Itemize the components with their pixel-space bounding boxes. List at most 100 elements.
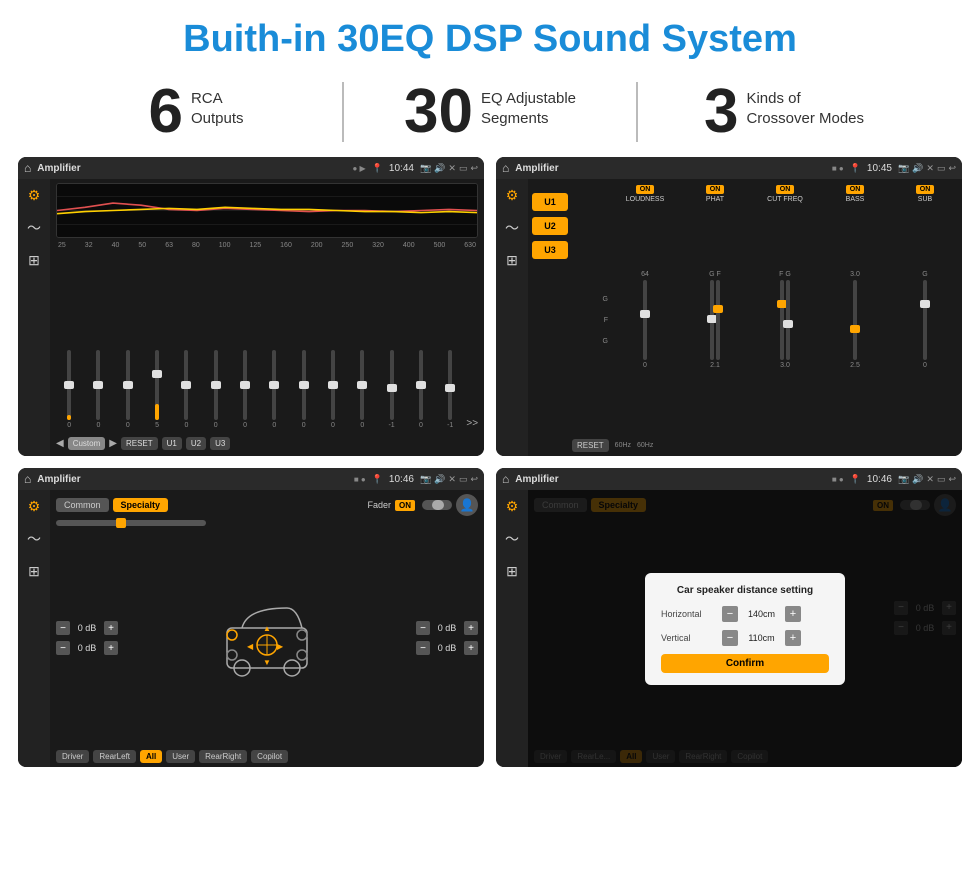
stat-divider-2 (636, 82, 638, 142)
stat-crossover: 3 Kinds of Crossover Modes (648, 81, 920, 143)
fader-minus-1[interactable]: − (56, 621, 70, 635)
distance-sidebar-icon-1[interactable]: ⚙ (506, 498, 519, 515)
eq-slider-11: -1 (378, 350, 404, 429)
fader-sidebar-icon-2[interactable]: 〜 (27, 529, 41, 549)
eq-status-dots: ● ▶ (352, 164, 365, 173)
crossover-home-icon[interactable]: ⌂ (502, 161, 509, 175)
fader-bottom-row: Driver RearLeft All User RearRight Copil… (56, 750, 478, 763)
fader-btn-driver[interactable]: Driver (56, 750, 89, 763)
fader-minus-3[interactable]: − (416, 621, 430, 635)
fader-db-value-4: 0 dB (433, 643, 461, 653)
eq-reset-btn[interactable]: RESET (121, 437, 158, 450)
crossover-reset-btn[interactable]: RESET (572, 439, 609, 452)
fader-plus-4[interactable]: + (464, 641, 478, 655)
fader-minus-2[interactable]: − (56, 641, 70, 655)
fader-main-area: Common Specialty Fader ON 👤 (50, 490, 484, 767)
eq-custom-btn[interactable]: Custom (68, 437, 106, 450)
crossover-sliders-area: G F G 64 0 (572, 208, 958, 432)
eq-sidebar-icon-1[interactable]: ⚙ (28, 187, 41, 204)
toggle-loudness[interactable]: ON (636, 185, 655, 194)
fader-sidebar-icon-3[interactable]: ⊞ (28, 563, 40, 580)
fader-avatar[interactable]: 👤 (456, 494, 478, 516)
dialog-vertical-minus[interactable]: − (722, 630, 738, 646)
dialog-horizontal-plus[interactable]: + (785, 606, 801, 622)
eq-status-icons: 📷 🔊 ✕ ▭ ↩ (420, 163, 478, 174)
crossover-status-bar: ⌂ Amplifier ■ ● 📍 10:45 📷 🔊 ✕ ▭ ↩ (496, 157, 962, 179)
distance-status-icons: 📷 🔊 ✕ ▭ ↩ (898, 474, 956, 485)
crossover-back-icon[interactable]: ↩ (948, 163, 956, 174)
home-icon[interactable]: ⌂ (24, 161, 31, 175)
crossover-preset-u1[interactable]: U1 (532, 193, 568, 211)
page-title: Buith-in 30EQ DSP Sound System (0, 0, 980, 71)
fader-app-name: Amplifier (37, 474, 348, 485)
fader-main-content: − 0 dB + − 0 dB + (56, 530, 478, 746)
eq-sidebar-icon-2[interactable]: 〜 (27, 218, 41, 238)
toggle-cutfreq[interactable]: ON (776, 185, 795, 194)
toggle-phat[interactable]: ON (706, 185, 725, 194)
fader-db-value-3: 0 dB (433, 623, 461, 633)
crossover-app-name: Amplifier (515, 163, 826, 174)
fader-on-toggle[interactable]: ON (395, 500, 415, 511)
fader-back-icon[interactable]: ↩ (470, 474, 478, 485)
fader-home-icon[interactable]: ⌂ (24, 472, 31, 486)
eq-scroll-right[interactable]: >> (466, 418, 478, 429)
distance-sidebar-icon-3[interactable]: ⊞ (506, 563, 518, 580)
fader-h-slider[interactable] (56, 520, 206, 526)
fader-btn-rearleft[interactable]: RearLeft (93, 750, 136, 763)
svg-text:▶: ▶ (277, 642, 284, 651)
distance-dialog-overlay: Car speaker distance setting Horizontal … (528, 490, 962, 767)
crossover-presets: U1 U2 U3 (532, 183, 568, 452)
crossover-sidebar-icon-1[interactable]: ⚙ (506, 187, 519, 204)
fader-btn-user[interactable]: User (166, 750, 195, 763)
fader-btn-copilot[interactable]: Copilot (251, 750, 288, 763)
screen-eq: ⌂ Amplifier ● ▶ 📍 10:44 📷 🔊 ✕ ▭ ↩ ⚙ 〜 ⊞ (18, 157, 484, 456)
crossover-wifi-icon: ✕ (926, 163, 934, 174)
eq-slider-3: 5 (144, 350, 170, 429)
eq-u1-btn[interactable]: U1 (162, 437, 182, 450)
screen-fader: ⌂ Amplifier ■ ● 📍 10:46 📷 🔊 ✕ ▭ ↩ ⚙ 〜 ⊞ … (18, 468, 484, 767)
fader-status-icons: 📷 🔊 ✕ ▭ ↩ (420, 474, 478, 485)
crossover-sidebar-icon-2[interactable]: 〜 (505, 218, 519, 238)
fader-plus-2[interactable]: + (104, 641, 118, 655)
fader-btn-all[interactable]: All (140, 750, 162, 763)
toggle-sub[interactable]: ON (916, 185, 935, 194)
dialog-confirm-button[interactable]: Confirm (661, 654, 829, 673)
dialog-vertical-value: 110cm (744, 633, 779, 643)
crossover-preset-u2[interactable]: U2 (532, 217, 568, 235)
crossover-volume-icon: 🔊 (912, 163, 923, 174)
battery-icon: ▭ (459, 163, 468, 174)
distance-back-icon[interactable]: ↩ (948, 474, 956, 485)
eq-sidebar-icon-3[interactable]: ⊞ (28, 252, 40, 269)
dialog-vertical-plus[interactable]: + (785, 630, 801, 646)
eq-slider-9: 0 (320, 350, 346, 429)
crossover-preset-u3[interactable]: U3 (532, 241, 568, 259)
fader-minus-4[interactable]: − (416, 641, 430, 655)
fader-tab-specialty[interactable]: Specialty (113, 498, 169, 512)
dialog-title: Car speaker distance setting (661, 585, 829, 596)
eq-prev[interactable]: ◀ (56, 438, 64, 449)
crossover-sidebar-icon-3[interactable]: ⊞ (506, 252, 518, 269)
eq-freq-labels: 25 32 40 50 63 80 100 125 160 200 250 32… (56, 242, 478, 249)
eq-slider-1: 0 (85, 350, 111, 429)
distance-camera-icon: 📷 (898, 474, 909, 485)
fader-db-row-1: − 0 dB + (56, 621, 118, 635)
fader-tab-common[interactable]: Common (56, 498, 109, 512)
back-icon[interactable]: ↩ (470, 163, 478, 174)
fader-sidebar-icon-1[interactable]: ⚙ (28, 498, 41, 515)
eq-app-name: Amplifier (37, 163, 346, 174)
distance-sidebar-icon-2[interactable]: 〜 (505, 529, 519, 549)
eq-u2-btn[interactable]: U2 (186, 437, 206, 450)
fader-btn-rearright[interactable]: RearRight (199, 750, 247, 763)
eq-next[interactable]: ▶ (109, 438, 117, 449)
distance-home-icon[interactable]: ⌂ (502, 472, 509, 486)
dialog-horizontal-minus[interactable]: − (722, 606, 738, 622)
fader-status-dots: ■ ● (354, 475, 366, 484)
fader-plus-1[interactable]: + (104, 621, 118, 635)
channel-headers-row: ON LOUDNESS ON PHAT ON CUT FREQ ON (572, 183, 958, 205)
dialog-horizontal-label: Horizontal (661, 609, 716, 619)
eq-u3-btn[interactable]: U3 (210, 437, 230, 450)
fader-db-row-4: − 0 dB + (416, 641, 478, 655)
fader-plus-3[interactable]: + (464, 621, 478, 635)
toggle-bass[interactable]: ON (846, 185, 865, 194)
fader-db-value-2: 0 dB (73, 643, 101, 653)
